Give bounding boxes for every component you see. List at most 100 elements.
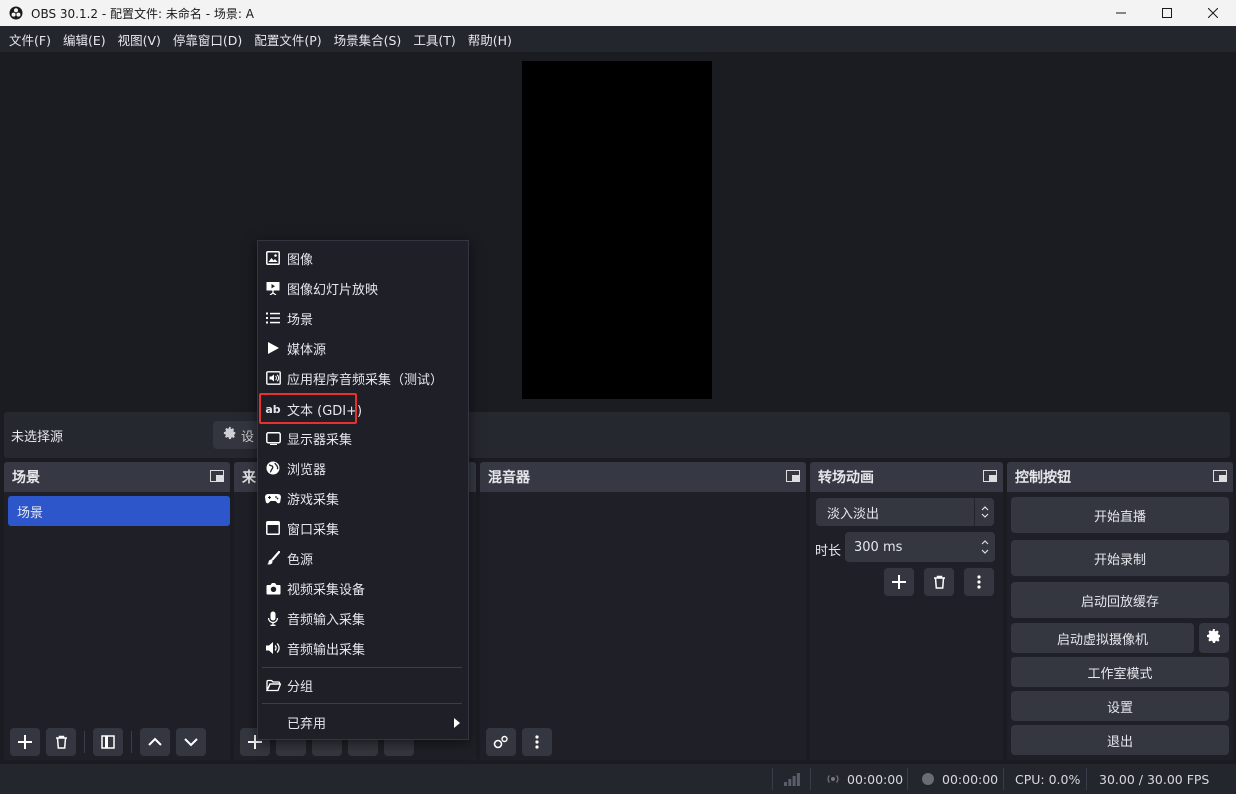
menu-tools[interactable]: 工具(T) [407,30,461,49]
menu-item-label: 音频输出采集 [287,642,366,658]
scenes-dock: 场景 场景 [4,462,230,760]
add-transition-button[interactable] [884,568,914,596]
menu-item-audio-input-capture[interactable]: 音频输入采集 [258,604,468,632]
obs-logo-icon [8,5,24,21]
menu-item-label: 显示器采集 [287,432,353,448]
audio-settings-button[interactable] [486,728,516,756]
status-separator [772,768,773,790]
status-separator [907,768,908,790]
gamepad-icon [265,490,281,506]
cpu-usage: CPU: 0.0% [1015,771,1081,787]
add-source-menu: 图像 图像幻灯片放映 场景 媒体源 应用程序音频采集（测试） ab 文本 (GD… [257,240,469,740]
menu-help[interactable]: 帮助(H) [462,30,518,49]
record-time: 00:00:00 [942,771,999,787]
menu-item-deprecated[interactable]: 已弃用 [258,708,468,736]
menu-file[interactable]: 文件(F) [3,30,57,49]
scenes-title: 场景 [12,470,40,486]
menu-item-label: 窗口采集 [287,522,340,538]
menu-item-image-slideshow[interactable]: 图像幻灯片放映 [258,274,468,302]
menu-item-label: 已弃用 [287,716,327,732]
exit-button[interactable]: 退出 [1011,725,1229,755]
menu-docks[interactable]: 停靠窗口(D) [167,30,248,49]
menu-divider [262,667,462,668]
spin-arrows-icon[interactable] [975,532,995,562]
menu-item-group[interactable]: 分组 [258,671,468,699]
menu-item-browser[interactable]: 浏览器 [258,454,468,482]
transition-menu-button[interactable] [964,568,994,596]
close-icon[interactable] [1190,0,1236,26]
start-replay-buffer-button[interactable]: 启动回放缓存 [1011,582,1229,618]
slideshow-icon [265,280,281,296]
fps-readout: 30.00 / 30.00 FPS [1099,771,1210,787]
move-scene-down-button[interactable] [176,728,206,756]
scene-filters-button[interactable] [93,728,123,756]
menu-item-display-capture[interactable]: 显示器采集 [258,424,468,452]
menu-item-color-source[interactable]: 色源 [258,544,468,572]
start-recording-button[interactable]: 开始录制 [1011,540,1229,576]
menu-item-image[interactable]: 图像 [258,244,468,272]
controls-title: 控制按钮 [1015,470,1071,486]
menu-item-game-capture[interactable]: 游戏采集 [258,484,468,512]
float-dock-icon[interactable] [983,470,997,486]
studio-mode-button[interactable]: 工作室模式 [1011,657,1229,687]
menu-item-label: 色源 [287,552,314,568]
gear-icon [1206,628,1222,648]
menu-view[interactable]: 视图(V) [112,30,167,49]
monitor-icon [265,430,281,446]
menu-scene-collection[interactable]: 场景集合(S) [328,30,408,49]
preview-canvas[interactable] [522,61,712,399]
add-scene-button[interactable] [10,728,40,756]
virtual-camera-settings-button[interactable] [1199,623,1229,653]
transition-select[interactable]: 淡入淡出 [816,498,994,526]
menu-item-media-source[interactable]: 媒体源 [258,334,468,362]
transitions-area: 淡入淡出 时长 300 ms [810,492,1003,760]
start-virtual-camera-button[interactable]: 启动虚拟摄像机 [1011,623,1194,653]
duration-spinbox[interactable]: 300 ms [845,532,995,562]
mixer-menu-button[interactable] [522,728,552,756]
menu-item-video-capture-device[interactable]: 视频采集设备 [258,574,468,602]
controls-dock: 控制按钮 开始直播 开始录制 启动回放缓存 启动虚拟摄像机 工作室模式 设置 退… [1007,462,1233,760]
float-dock-icon[interactable] [1213,470,1227,486]
updown-arrow-icon [974,498,994,526]
move-scene-up-button[interactable] [140,728,170,756]
menu-item-label: 应用程序音频采集（测试） [287,372,444,388]
transitions-title: 转场动画 [818,470,874,486]
menu-edit[interactable]: 编辑(E) [57,30,112,49]
list-icon [265,310,281,326]
menu-item-label: 音频输入采集 [287,612,366,628]
scene-list-item[interactable]: 场景 [8,496,230,526]
source-toolbar: 未选择源 设 [4,412,1230,458]
record-status-icon [921,764,935,794]
mixer-dock: 混音器 [480,462,806,760]
start-streaming-button[interactable]: 开始直播 [1011,497,1229,533]
sources-title: 来 [242,470,256,486]
no-source-label: 未选择源 [11,429,64,445]
menu-item-label: 媒体源 [287,342,327,358]
preview-area[interactable] [4,52,1230,410]
transitions-dock: 转场动画 淡入淡出 时长 300 ms [810,462,1003,760]
toolbar-separator [84,731,85,753]
menu-item-app-audio-capture[interactable]: 应用程序音频采集（测试） [258,364,468,392]
minimize-icon[interactable] [1098,0,1144,26]
remove-scene-button[interactable] [46,728,76,756]
float-dock-icon[interactable] [210,470,224,486]
menu-item-scene[interactable]: 场景 [258,304,468,332]
remove-transition-button[interactable] [924,568,954,596]
status-separator [810,768,811,790]
menu-item-window-capture[interactable]: 窗口采集 [258,514,468,542]
scenes-list: 场景 [4,492,230,760]
settings-button[interactable]: 设置 [1011,691,1229,721]
window-title: OBS 30.1.2 - 配置文件: 未命名 - 场景: A [31,6,254,21]
menu-item-label: 分组 [287,679,314,695]
mixer-toolbar [480,728,552,756]
menu-profile[interactable]: 配置文件(P) [248,30,327,49]
properties-label: 设 [241,429,255,445]
microphone-icon [265,610,281,626]
float-dock-icon[interactable] [786,470,800,486]
menu-item-audio-output-capture[interactable]: 音频输出采集 [258,634,468,662]
chevron-right-icon [454,717,460,732]
maximize-icon[interactable] [1144,0,1190,26]
status-separator [1003,768,1004,790]
speaker-icon [265,640,281,656]
menu-item-label: 游戏采集 [287,492,340,508]
